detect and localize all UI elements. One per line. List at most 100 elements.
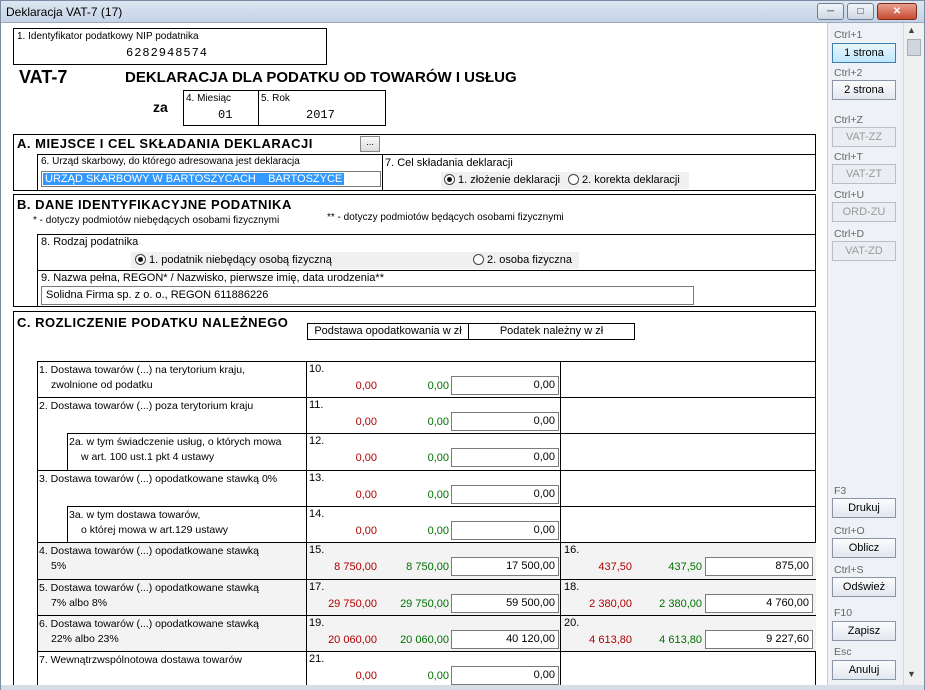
section-b-note-1: * - dotyczy podmiotów niebędących osobam…	[33, 215, 280, 226]
year-value[interactable]: 2017	[306, 108, 335, 122]
table-row-label: 3a. w tym dostawa towarów, o której mowa …	[69, 508, 304, 538]
purpose-option-2[interactable]: 2. korekta deklaracji	[568, 174, 680, 186]
base-value-red: 0,00	[355, 525, 377, 537]
base-amount-input[interactable]: 0,00	[451, 412, 559, 431]
tax-amount-input[interactable]: 4 760,00	[705, 594, 813, 613]
print-button[interactable]: Drukuj	[832, 498, 896, 518]
row-divider-base	[306, 615, 307, 651]
nip-label: 1. Identyfikator podatkowy NIP podatnika	[17, 31, 199, 42]
row-divider	[67, 506, 816, 507]
field-number: 14.	[309, 508, 325, 520]
base-value-red: 0,00	[355, 380, 377, 392]
base-amount-input[interactable]: 0,00	[451, 376, 559, 395]
taxpayer-name-field[interactable]: Solidna Firma sp. z o. o., REGON 6118862…	[41, 286, 694, 305]
base-value-red: 0,00	[355, 416, 377, 428]
vatzd-shortcut: Ctrl+D	[834, 228, 865, 240]
column-header-base: Podstawa opodatkowania w zł	[307, 323, 469, 340]
row-divider	[37, 542, 816, 543]
radio-selected-icon	[135, 254, 146, 265]
tax-amount-input[interactable]: 875,00	[705, 557, 813, 576]
row-label-line-1: 5. Dostawa towarów (...) opodatkowane st…	[39, 582, 260, 594]
base-amount-input[interactable]: 0,00	[451, 485, 559, 504]
save-button[interactable]: Zapisz	[832, 621, 896, 641]
vertical-scrollbar[interactable]: ▲ ▼	[903, 23, 924, 685]
calculate-shortcut: Ctrl+O	[834, 525, 865, 537]
base-amount-input[interactable]: 40 120,00	[451, 630, 559, 649]
taxpayer-name-label: 9. Nazwa pełna, REGON* / Nazwisko, pierw…	[41, 272, 384, 284]
table-row-label: 1. Dostawa towarów (...) na terytorium k…	[39, 363, 304, 393]
field-number: 12.	[309, 435, 325, 447]
office-field[interactable]: URZĄD SKARBOWY W BARTOSZYCACH BARTOSZYCE	[41, 171, 381, 187]
base-value-red: 0,00	[355, 670, 377, 682]
scroll-thumb[interactable]	[907, 39, 921, 56]
base-amount-input[interactable]: 0,00	[451, 666, 559, 685]
vat-zt-button[interactable]: VAT-ZT	[832, 164, 896, 184]
vat-zz-button[interactable]: VAT-ZZ	[832, 127, 896, 147]
base-value-red: 0,00	[355, 452, 377, 464]
page-2-button[interactable]: 2 strona	[832, 80, 896, 100]
base-amount-input[interactable]: 17 500,00	[451, 557, 559, 576]
base-amount-input[interactable]: 59 500,00	[451, 594, 559, 613]
office-label: 6. Urząd skarbowy, do którego adresowana…	[41, 156, 300, 167]
row-divider-tax	[560, 506, 561, 542]
row-divider-tax	[560, 397, 561, 433]
radio-selected-icon	[444, 174, 455, 185]
row-label-line-2: w art. 100 ust.1 pkt 4 ustawy	[81, 451, 215, 463]
field-number: 20.	[564, 617, 580, 629]
row-divider-base	[306, 433, 307, 470]
scroll-down-icon[interactable]: ▼	[907, 669, 916, 679]
calculate-button[interactable]: Oblicz	[832, 538, 896, 558]
tax-amount-input[interactable]: 9 227,60	[705, 630, 813, 649]
row-label-line-1: 3. Dostawa towarów (...) opodatkowane st…	[39, 473, 278, 485]
month-value[interactable]: 01	[218, 108, 232, 122]
refresh-shortcut: Ctrl+S	[834, 564, 864, 576]
table-row-label: 4. Dostawa towarów (...) opodatkowane st…	[39, 544, 304, 574]
tax-value-green: 4 613,80	[659, 634, 702, 646]
table-row-label: 3. Dostawa towarów (...) opodatkowane st…	[39, 472, 304, 487]
office-lookup-button[interactable]: ...	[360, 136, 380, 152]
scroll-up-icon[interactable]: ▲	[907, 25, 916, 35]
row-label-line-2: 7% albo 8%	[51, 597, 108, 609]
row-divider	[37, 615, 816, 616]
base-value-red: 0,00	[355, 489, 377, 501]
ord-zu-button[interactable]: ORD-ZU	[832, 202, 896, 222]
field-number: 21.	[309, 653, 325, 665]
base-value-red: 20 060,00	[328, 634, 377, 646]
cancel-button[interactable]: Anuluj	[832, 660, 896, 680]
table-row-label: 7. Wewnątrzwspólnotowa dostawa towarów	[39, 653, 304, 668]
row-divider-base	[306, 361, 307, 397]
row-left-border	[67, 506, 68, 542]
section-b-note-2: ** - dotyczy podmiotów będących osobami …	[327, 212, 564, 223]
vat7-window: Deklaracja VAT-7 (17) ─ □ ✕ 1. Identyfik…	[0, 0, 925, 690]
vatzt-shortcut: Ctrl+T	[834, 151, 863, 163]
row-divider-base	[306, 470, 307, 506]
base-value-green: 0,00	[427, 670, 449, 682]
row-divider	[37, 579, 816, 580]
maximize-button[interactable]: □	[847, 3, 874, 20]
base-amount-input[interactable]: 0,00	[451, 448, 559, 467]
purpose-option-1[interactable]: 1. złożenie deklaracji	[444, 174, 560, 186]
section-c-left-border	[37, 361, 38, 685]
tax-value-green: 437,50	[668, 561, 702, 573]
vat-zd-button[interactable]: VAT-ZD	[832, 241, 896, 261]
field-number: 19.	[309, 617, 325, 629]
row-label-line-1: 4. Dostawa towarów (...) opodatkowane st…	[39, 545, 260, 557]
section-a-title: A. MIEJSCE I CEL SKŁADANIA DEKLARACJI	[17, 136, 313, 151]
row-divider-base	[306, 397, 307, 433]
close-button[interactable]: ✕	[877, 3, 917, 20]
base-amount-input[interactable]: 0,00	[451, 521, 559, 540]
save-shortcut: F10	[834, 607, 853, 619]
row-label-line-1: 7. Wewnątrzwspólnotowa dostawa towarów	[39, 654, 242, 666]
taxpayer-type-option-1[interactable]: 1. podatnik niebędący osobą fizyczną	[135, 254, 332, 266]
refresh-button[interactable]: Odśwież	[832, 577, 896, 597]
base-value-green: 0,00	[427, 380, 449, 392]
office-value: URZĄD SKARBOWY W BARTOSZYCACH BARTOSZYCE	[43, 173, 345, 185]
minimize-button[interactable]: ─	[817, 3, 844, 20]
field-number: 11.	[309, 399, 324, 411]
page-1-button[interactable]: 1 strona	[832, 43, 896, 63]
table-row-label: 6. Dostawa towarów (...) opodatkowane st…	[39, 617, 304, 647]
base-value-green: 0,00	[427, 416, 449, 428]
taxpayer-type-option-2[interactable]: 2. osoba fizyczna	[473, 254, 572, 266]
base-value-red: 8 750,00	[334, 561, 377, 573]
nip-value[interactable]: 6282948574	[126, 46, 208, 60]
